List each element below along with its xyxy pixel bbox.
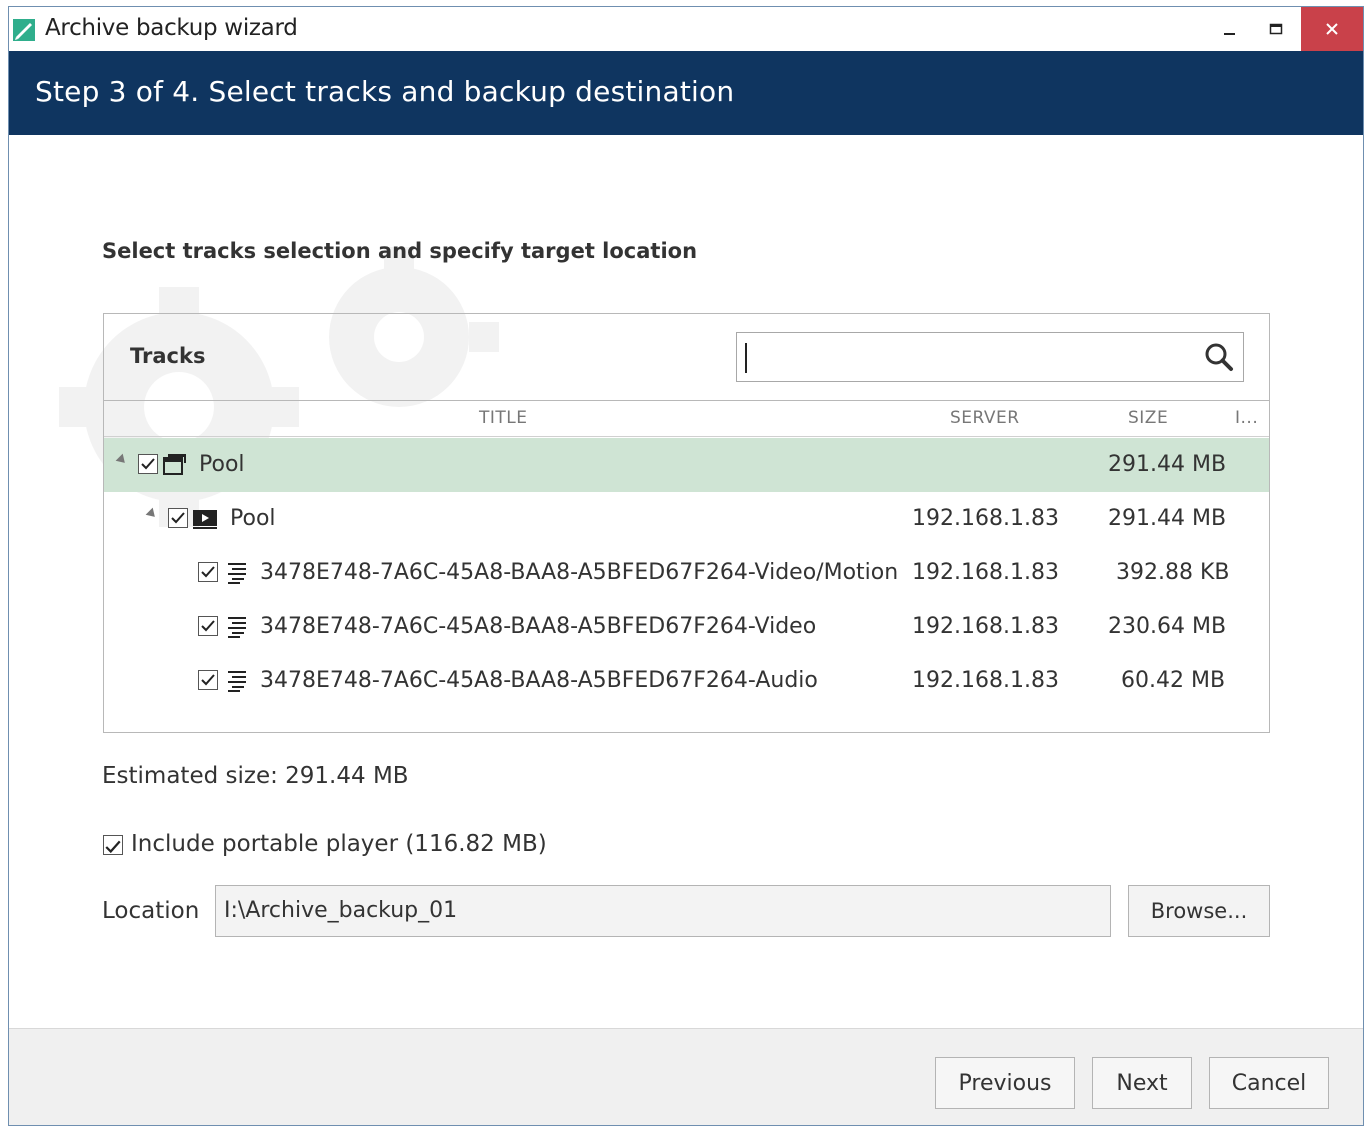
table-row[interactable]: 3478E748-7A6C-45A8-BAA8-A5BFED67F264-Vid… bbox=[104, 600, 1269, 654]
table-row[interactable]: Pool 192.168.1.83 291.44 MB bbox=[104, 492, 1269, 546]
maximize-button[interactable] bbox=[1253, 7, 1299, 51]
row-title: Pool bbox=[199, 452, 245, 477]
window-title: Archive backup wizard bbox=[45, 15, 298, 41]
row-server: 192.168.1.83 bbox=[912, 668, 1059, 693]
portable-player-label[interactable]: Include portable player (116.82 MB) bbox=[131, 831, 547, 857]
row-server: 192.168.1.83 bbox=[912, 614, 1059, 639]
table-row[interactable]: 3478E748-7A6C-45A8-BAA8-A5BFED67F264-Aud… bbox=[104, 654, 1269, 708]
video-pool-icon bbox=[193, 510, 217, 529]
maximize-icon bbox=[1269, 23, 1283, 35]
title-bar: Archive backup wizard bbox=[9, 7, 1363, 51]
header-divider bbox=[104, 436, 1269, 437]
checkmark-icon bbox=[141, 458, 155, 470]
search-icon[interactable] bbox=[1203, 341, 1235, 373]
minimize-icon bbox=[1224, 33, 1235, 35]
row-title: 3478E748-7A6C-45A8-BAA8-A5BFED67F264-Vid… bbox=[260, 614, 817, 639]
row-checkbox[interactable] bbox=[198, 616, 218, 636]
close-icon bbox=[1326, 23, 1338, 35]
expand-arrow-icon[interactable] bbox=[115, 453, 129, 467]
row-checkbox[interactable] bbox=[198, 562, 218, 582]
table-row[interactable]: Pool 291.44 MB bbox=[104, 438, 1269, 492]
tracks-search-input[interactable] bbox=[736, 332, 1244, 382]
column-header-size[interactable]: SIZE bbox=[1128, 408, 1168, 428]
portable-player-checkbox[interactable] bbox=[103, 835, 123, 855]
row-size: 230.64 MB bbox=[1108, 614, 1227, 639]
close-button[interactable] bbox=[1301, 7, 1363, 51]
row-title: Pool bbox=[230, 506, 276, 531]
row-size: 392.88 KB bbox=[1116, 560, 1230, 585]
estimated-size: Estimated size: 291.44 MB bbox=[102, 763, 409, 789]
track-icon bbox=[228, 617, 246, 638]
row-size: 60.42 MB bbox=[1121, 668, 1226, 693]
wizard-window: Archive backup wizard Step 3 of 4. Selec… bbox=[8, 6, 1364, 1126]
row-checkbox[interactable] bbox=[198, 670, 218, 690]
cancel-button[interactable]: Cancel bbox=[1209, 1057, 1329, 1109]
browse-button[interactable]: Browse... bbox=[1128, 885, 1270, 937]
location-label: Location bbox=[102, 898, 200, 924]
row-size: 291.44 MB bbox=[1108, 452, 1227, 477]
row-title: 3478E748-7A6C-45A8-BAA8-A5BFED67F264-Aud… bbox=[260, 668, 818, 693]
row-server: 192.168.1.83 bbox=[912, 560, 1059, 585]
wizard-footer: Previous Next Cancel bbox=[9, 1028, 1363, 1125]
panel-divider bbox=[104, 400, 1269, 401]
checkmark-icon bbox=[201, 566, 215, 578]
tracks-title: Tracks bbox=[130, 344, 206, 368]
checkmark-icon bbox=[201, 674, 215, 686]
column-header-server[interactable]: SERVER bbox=[950, 408, 1020, 428]
table-row[interactable]: 3478E748-7A6C-45A8-BAA8-A5BFED67F264-Vid… bbox=[104, 546, 1269, 600]
track-icon bbox=[228, 563, 246, 584]
row-checkbox[interactable] bbox=[168, 508, 188, 528]
row-server: 192.168.1.83 bbox=[912, 506, 1059, 531]
section-title: Select tracks selection and specify targ… bbox=[102, 239, 698, 263]
wizard-header: Step 3 of 4. Select tracks and backup de… bbox=[9, 51, 1363, 135]
minimize-button[interactable] bbox=[1207, 7, 1253, 51]
checkmark-icon bbox=[201, 620, 215, 632]
column-header-title[interactable]: TITLE bbox=[479, 408, 528, 428]
track-icon bbox=[228, 671, 246, 692]
pool-group-icon bbox=[163, 454, 186, 475]
row-title: 3478E748-7A6C-45A8-BAA8-A5BFED67F264-Vid… bbox=[260, 560, 899, 585]
next-button[interactable]: Next bbox=[1092, 1057, 1192, 1109]
row-checkbox[interactable] bbox=[138, 454, 158, 474]
location-field[interactable]: I:\Archive_backup_01 bbox=[215, 885, 1111, 937]
expand-arrow-icon[interactable] bbox=[145, 507, 159, 521]
app-icon bbox=[13, 19, 35, 41]
checkmark-icon bbox=[105, 840, 121, 854]
checkmark-icon bbox=[171, 512, 185, 524]
column-header-extra[interactable]: I... bbox=[1235, 408, 1258, 428]
tracks-panel: Tracks TITLE SERVER SIZE I... Pool 291.4… bbox=[103, 313, 1270, 733]
previous-button[interactable]: Previous bbox=[935, 1057, 1075, 1109]
row-size: 291.44 MB bbox=[1108, 506, 1227, 531]
step-title: Step 3 of 4. Select tracks and backup de… bbox=[35, 75, 735, 108]
text-caret bbox=[745, 343, 747, 373]
